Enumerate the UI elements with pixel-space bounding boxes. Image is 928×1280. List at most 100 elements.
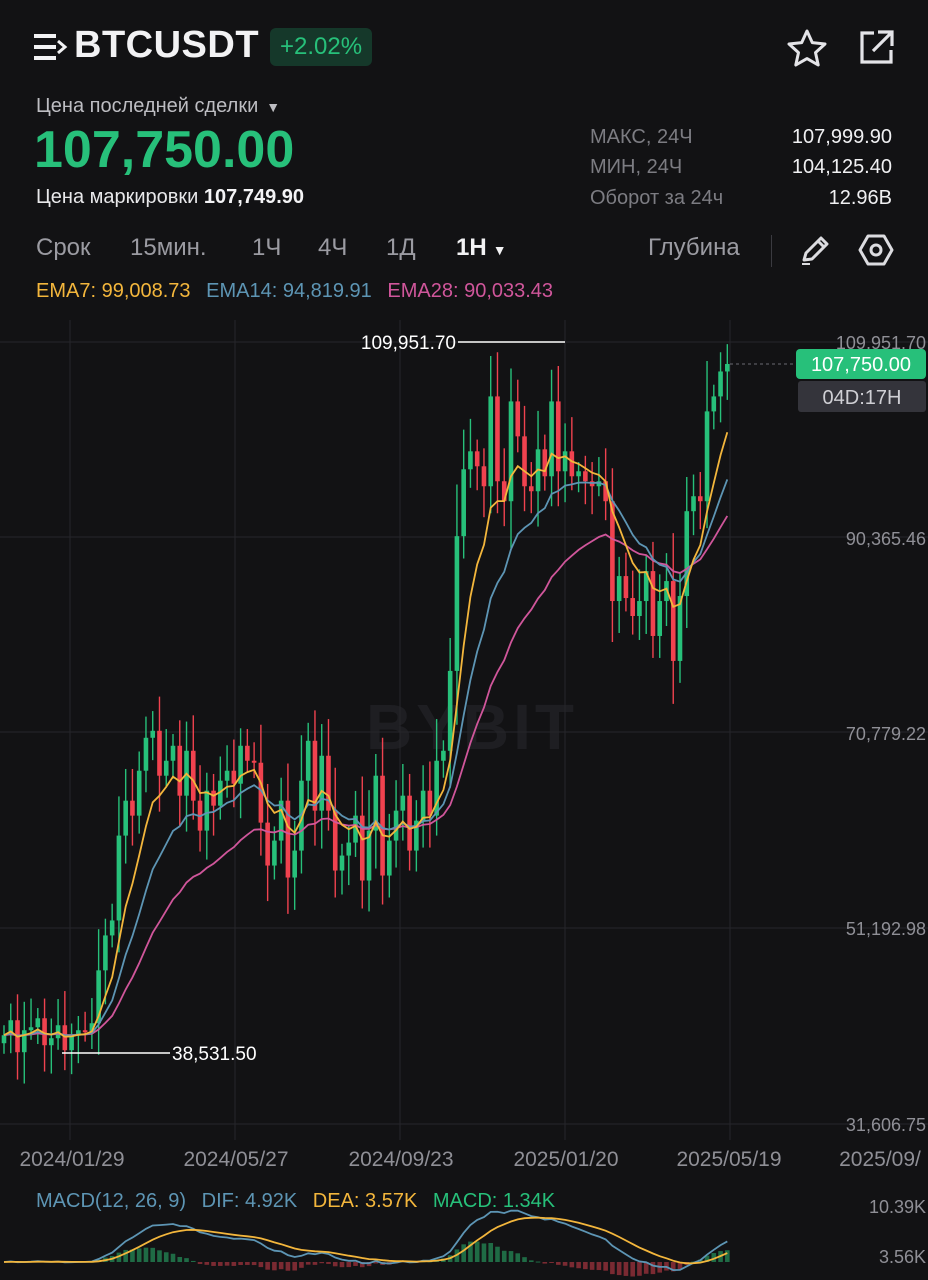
macd-dif: DIF: 4.92K (201, 1190, 298, 1212)
candle (420, 790, 426, 821)
macd-histogram-bar (596, 1262, 602, 1271)
macd-histogram-bar (495, 1246, 500, 1262)
macd-histogram-bar (603, 1262, 608, 1271)
macd-histogram-bar (170, 1253, 176, 1262)
macd-histogram-bar (190, 1260, 196, 1262)
candle (292, 850, 297, 878)
y-tick-label: 70,779.22 (846, 724, 926, 744)
candle (170, 745, 176, 761)
candle (677, 596, 683, 661)
candle (251, 760, 257, 763)
macd-histogram-bar (556, 1262, 561, 1265)
macd-histogram-bar (204, 1262, 210, 1265)
candle (447, 670, 453, 751)
y-tick-label: 31,606.75 (846, 1115, 926, 1135)
candle (711, 396, 717, 412)
menu-icon[interactable] (34, 32, 68, 62)
candle (204, 790, 210, 831)
macd-histogram-bar (637, 1262, 642, 1276)
tab-depth[interactable]: Глубина (648, 234, 740, 262)
candle (691, 496, 696, 512)
tab-1d[interactable]: 1Д (386, 234, 416, 262)
tab-1h[interactable]: 1Ч (252, 234, 281, 262)
macd-histogram-bar (177, 1256, 183, 1262)
macd-histogram-bar (184, 1258, 189, 1262)
macd-histogram-bar (292, 1262, 297, 1271)
pencil-icon[interactable] (798, 232, 832, 268)
candle (332, 810, 338, 871)
y-tick-label: 90,365.46 (846, 529, 926, 549)
macd-histogram-bar (150, 1247, 156, 1262)
candle (109, 920, 115, 936)
caret-down-icon: ▼ (492, 242, 507, 258)
high-marker-label: 109,951.70 (361, 333, 456, 354)
candle (49, 1038, 54, 1046)
macd-histogram-bar (522, 1257, 527, 1262)
tab-1w-label: 1Н (456, 234, 487, 261)
macd-tick-label: 3.56K (879, 1247, 926, 1267)
macd-histogram-bar (589, 1262, 595, 1270)
tab-1w-active[interactable]: 1Н ▼ (456, 234, 507, 262)
last-price-tag-label: 107,750.00 (811, 354, 911, 376)
y-tick-label: 51,192.98 (846, 919, 926, 939)
macd-histogram-bar (481, 1243, 487, 1262)
macd-histogram-bar (136, 1248, 142, 1262)
candle (319, 755, 325, 811)
tab-4h[interactable]: 4Ч (318, 234, 347, 262)
candle (657, 601, 663, 636)
candle (576, 471, 581, 477)
macd-histogram-bar (583, 1262, 588, 1270)
price-type-label: Цена последней сделки (36, 95, 259, 117)
ema-legend: EMA7: 99,008.73 EMA14: 94,819.91 EMA28: … (36, 280, 563, 303)
macd-histogram-bar (218, 1262, 223, 1266)
candle (474, 451, 480, 467)
tab-term[interactable]: Срок (36, 234, 91, 262)
x-tick-label: 2025/01/20 (513, 1148, 618, 1171)
candle (556, 401, 561, 472)
candle (103, 935, 108, 971)
share-icon[interactable] (856, 28, 896, 68)
macd-histogram-bar (542, 1262, 548, 1264)
tab-15min[interactable]: 15мин. (130, 234, 207, 262)
macd-histogram-bar (272, 1262, 277, 1271)
stat-value-high: 107,999.90 (791, 126, 892, 148)
candle (725, 363, 730, 372)
caret-down-icon: ▼ (266, 99, 281, 115)
candle (623, 576, 629, 599)
candle (454, 536, 460, 671)
price-type-selector[interactable]: Цена последней сделки ▼ (36, 95, 280, 118)
candle (305, 740, 311, 781)
macd-histogram-bar (535, 1261, 541, 1263)
stat-label-low: МИН, 24Ч (590, 156, 683, 178)
macd-histogram-bar (630, 1262, 635, 1277)
macd-histogram-bar (312, 1262, 318, 1265)
candle (231, 770, 237, 784)
macd-histogram-bar (508, 1251, 514, 1262)
symbol-title[interactable]: BTCUSDT (74, 24, 259, 67)
macd-value: MACD: 1.34K (432, 1190, 556, 1212)
macd-histogram-bar (163, 1252, 169, 1262)
macd-histogram-bar (258, 1262, 264, 1268)
ema14-label: EMA14: 94,819.91 (206, 280, 372, 302)
ema28-label: EMA28: 90,033.43 (387, 280, 554, 302)
countdown-label: 04D:17H (823, 387, 902, 409)
price-chart[interactable]: 109,951.70 90,365.46 70,779.22 51,192.98 31,… (0, 320, 928, 1280)
macd-histogram-bar (143, 1247, 149, 1262)
settings-icon[interactable] (858, 232, 894, 268)
candle (163, 760, 169, 776)
candle (718, 371, 723, 397)
candle (495, 396, 500, 482)
candle (387, 840, 392, 876)
candle (468, 451, 473, 470)
macd-histogram-bar (515, 1253, 521, 1262)
candle (123, 800, 128, 836)
candle (69, 1035, 74, 1051)
candle (157, 730, 162, 776)
candle (407, 795, 412, 851)
macd-histogram-bar (528, 1260, 534, 1262)
x-tick-label: 2024/09/23 (348, 1148, 453, 1171)
candle (143, 737, 149, 771)
candle (441, 750, 446, 761)
macd-histogram-bar (157, 1250, 162, 1262)
star-icon[interactable] (786, 28, 828, 68)
